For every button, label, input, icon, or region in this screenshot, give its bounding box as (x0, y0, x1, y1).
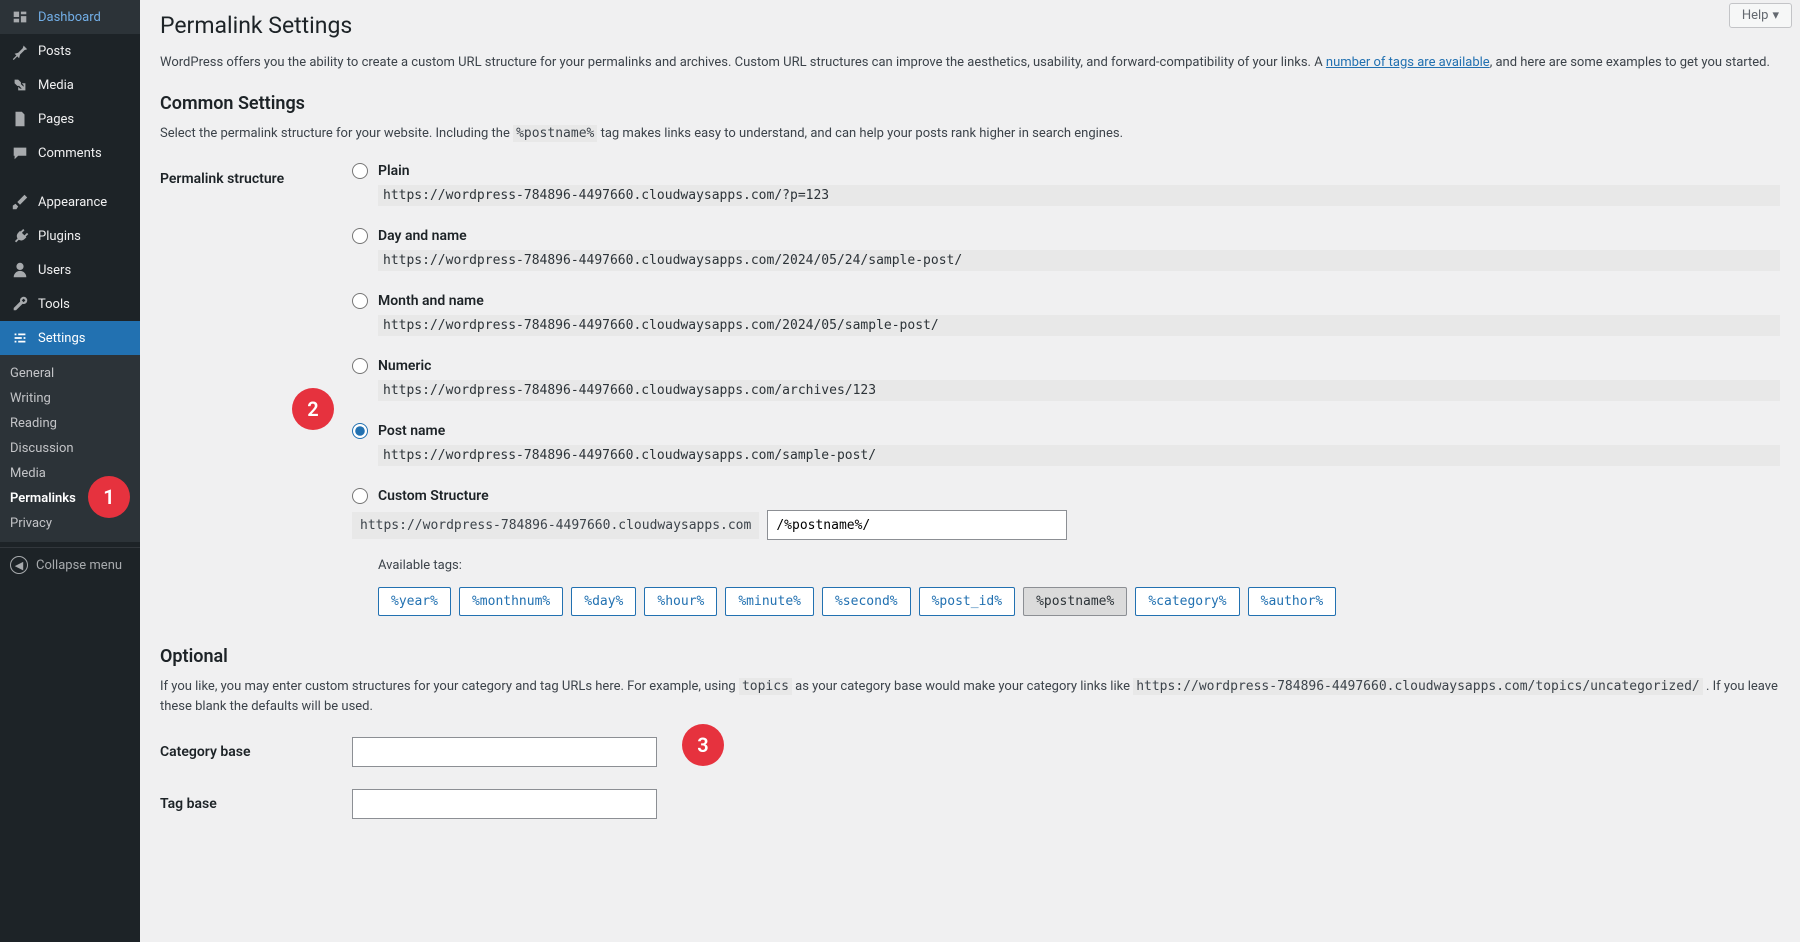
tag-button[interactable]: %monthnum% (459, 587, 563, 616)
tag-button[interactable]: %second% (822, 587, 911, 616)
comment-icon (10, 143, 30, 163)
radio-plain[interactable] (352, 163, 368, 179)
custom-base-url: https://wordpress-784896-4497660.cloudwa… (352, 512, 759, 539)
radio-label: Day and name (378, 228, 467, 244)
menu-item-plugins[interactable]: Plugins (0, 219, 140, 253)
radio-label: Plain (378, 163, 410, 179)
menu-item-comments[interactable]: Comments (0, 136, 140, 170)
category-base-input[interactable] (352, 737, 657, 767)
radio-label: Custom Structure (378, 488, 489, 504)
optional-text: If you like, you may enter custom struct… (160, 677, 1780, 716)
radio-label: Numeric (378, 358, 431, 374)
main-content: Help ▾ Permalink Settings WordPress offe… (140, 0, 1800, 942)
tags-available-link[interactable]: number of tags are available (1326, 55, 1490, 70)
tag-button[interactable]: %minute% (725, 587, 814, 616)
example-url: https://wordpress-784896-4497660.cloudwa… (378, 250, 1780, 271)
collapse-label: Collapse menu (36, 558, 122, 573)
available-tags-label: Available tags: (378, 558, 1780, 573)
menu-item-pages[interactable]: Pages (0, 102, 140, 136)
category-base-label: Category base (160, 726, 352, 778)
page-icon (10, 109, 30, 129)
tag-button[interactable]: %category% (1135, 587, 1239, 616)
tag-button[interactable]: %hour% (644, 587, 717, 616)
menu-item-users[interactable]: Users (0, 253, 140, 287)
collapse-menu[interactable]: ◀ Collapse menu (0, 547, 140, 582)
intro-paragraph: WordPress offers you the ability to crea… (160, 53, 1780, 73)
common-settings-heading: Common Settings (160, 93, 1780, 114)
collapse-icon: ◀ (10, 556, 28, 574)
tag-base-input[interactable] (352, 789, 657, 819)
optional-heading: Optional (160, 646, 1780, 667)
radio-custom-structure[interactable] (352, 488, 368, 504)
tag-button[interactable]: %year% (378, 587, 451, 616)
annotation-badge-2: 2 (292, 388, 334, 430)
menu-item-tools[interactable]: Tools (0, 287, 140, 321)
tag-base-label: Tag base (160, 778, 352, 830)
dashboard-icon (10, 7, 30, 27)
menu-item-media[interactable]: Media (0, 68, 140, 102)
radio-label: Month and name (378, 293, 484, 309)
page-title: Permalink Settings (160, 12, 1780, 39)
menu-item-settings[interactable]: Settings (0, 321, 140, 355)
radio-post-name[interactable] (352, 423, 368, 439)
submenu-item-discussion[interactable]: Discussion (0, 436, 140, 461)
example-url: https://wordpress-784896-4497660.cloudwa… (378, 445, 1780, 466)
example-url: https://wordpress-784896-4497660.cloudwa… (378, 315, 1780, 336)
media-icon (10, 75, 30, 95)
permalink-structure-label: Permalink structure (160, 153, 352, 626)
annotation-badge-3: 3 (682, 724, 724, 766)
menu-item-dashboard[interactable]: Dashboard (0, 0, 140, 34)
radio-label: Post name (378, 423, 445, 439)
tag-button[interactable]: %author% (1248, 587, 1337, 616)
menu-item-posts[interactable]: Posts (0, 34, 140, 68)
settings-icon (10, 328, 30, 348)
submenu-item-writing[interactable]: Writing (0, 386, 140, 411)
menu-item-appearance[interactable]: Appearance (0, 185, 140, 219)
tag-button[interactable]: %postname% (1023, 587, 1127, 616)
wrench-icon (10, 294, 30, 314)
radio-day-and-name[interactable] (352, 228, 368, 244)
radio-numeric[interactable] (352, 358, 368, 374)
plug-icon (10, 226, 30, 246)
tag-button[interactable]: %post_id% (919, 587, 1015, 616)
chevron-down-icon: ▾ (1772, 8, 1779, 23)
admin-sidebar: DashboardPostsMediaPagesComments Appeara… (0, 0, 140, 942)
common-settings-text: Select the permalink structure for your … (160, 124, 1780, 144)
submenu-item-general[interactable]: General (0, 361, 140, 386)
help-tab[interactable]: Help ▾ (1729, 3, 1792, 28)
user-icon (10, 260, 30, 280)
radio-month-and-name[interactable] (352, 293, 368, 309)
annotation-badge-1: 1 (88, 476, 130, 518)
example-url: https://wordpress-784896-4497660.cloudwa… (378, 185, 1780, 206)
pin-icon (10, 41, 30, 61)
brush-icon (10, 192, 30, 212)
example-url: https://wordpress-784896-4497660.cloudwa… (378, 380, 1780, 401)
submenu-item-reading[interactable]: Reading (0, 411, 140, 436)
tag-button[interactable]: %day% (571, 587, 636, 616)
custom-structure-input[interactable] (767, 510, 1067, 540)
